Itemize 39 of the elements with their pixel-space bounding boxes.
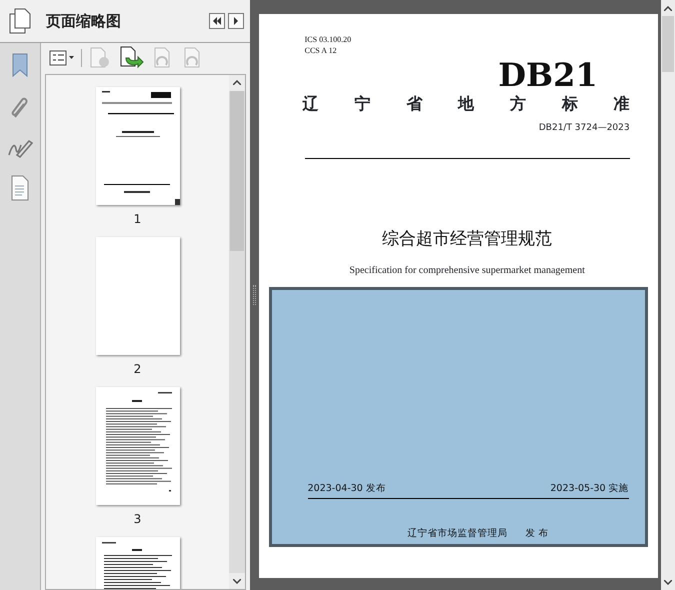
up-caret-icon	[664, 6, 672, 10]
options-icon	[49, 50, 75, 66]
standard-number: DB21/T 3724—2023	[538, 122, 630, 135]
scrollbar-thumb[interactable]	[230, 90, 244, 251]
ics-code: ICS 03.100.20	[304, 34, 352, 45]
page-thumbnail[interactable]	[96, 536, 180, 589]
page-thumbnail[interactable]	[96, 386, 180, 505]
document-icon[interactable]	[10, 174, 30, 201]
delete-page-icon	[88, 47, 112, 70]
scroll-up-button[interactable]	[229, 74, 245, 91]
page-number: 2	[134, 360, 142, 377]
double-left-icon	[212, 16, 222, 25]
collapse-button[interactable]	[209, 12, 225, 29]
issuing-authority: 辽宁省市场监督管理局	[408, 526, 508, 541]
scroll-down-button[interactable]	[229, 573, 245, 589]
down-caret-icon	[233, 578, 241, 584]
standard-category: 辽 宁 省 地 方 标 准	[302, 93, 630, 115]
page-thumbnail[interactable]	[96, 86, 180, 205]
right-arrow-icon	[233, 16, 239, 25]
document-subtitle: Specification for comprehensive supermarket management	[349, 264, 585, 278]
standard-code: DB21	[498, 58, 598, 92]
effective-date: 2023-05-30 实施	[550, 482, 629, 496]
issue-label: 发 布	[526, 526, 549, 541]
up-caret-icon	[233, 80, 241, 86]
options-button[interactable]	[49, 50, 75, 66]
publish-date: 2023-04-30 发布	[308, 482, 386, 496]
document-title: 综合超市经营管理规范	[382, 228, 552, 250]
down-caret-icon	[664, 580, 672, 584]
ccs-code: CCS A 12	[304, 45, 338, 56]
page-arrow-icon	[118, 46, 144, 70]
page-number: 1	[134, 210, 142, 227]
bookmark-icon[interactable]	[10, 52, 30, 79]
insert-page-button[interactable]	[118, 46, 144, 70]
page-thumbnail[interactable]	[96, 236, 180, 355]
next-button[interactable]	[228, 12, 244, 29]
page-number: 3	[134, 510, 142, 527]
pages-icon[interactable]	[8, 8, 32, 34]
scrollbar-thumb[interactable]	[662, 16, 674, 72]
panel-title: 页面缩略图	[46, 10, 121, 32]
